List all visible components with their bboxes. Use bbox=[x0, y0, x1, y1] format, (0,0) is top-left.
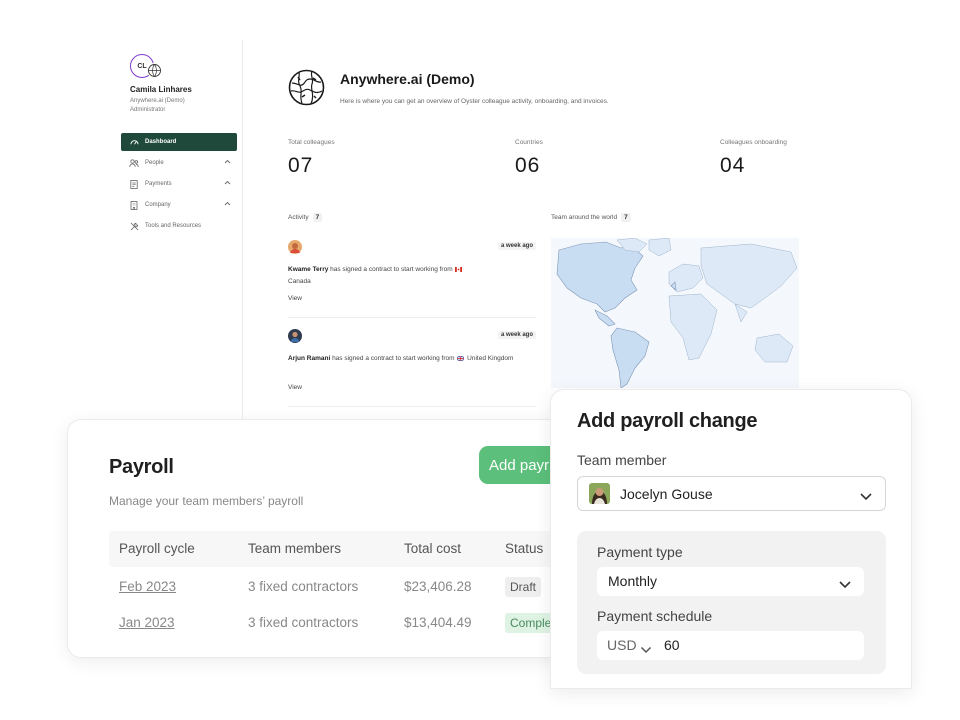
activity-heading: Activity 7 bbox=[288, 213, 323, 222]
stat-value: 07 bbox=[288, 154, 314, 177]
sidebar-item-payments[interactable]: Payments bbox=[121, 175, 237, 193]
sidebar-item-dashboard[interactable]: Dashboard bbox=[121, 133, 237, 151]
activity-country: United Kingdom bbox=[467, 355, 514, 362]
currency-select[interactable]: USD bbox=[607, 637, 637, 653]
payroll-title: Payroll bbox=[109, 456, 174, 478]
column-header: Status bbox=[505, 541, 544, 556]
activity-text: Arjun Ramani has signed a contract to st… bbox=[288, 353, 536, 365]
chevron-down-icon bbox=[859, 488, 873, 506]
uk-flag-icon bbox=[457, 355, 465, 361]
activity-view-link[interactable]: View bbox=[288, 295, 302, 302]
stat-colleagues-onboarding: Colleagues onboarding 04 bbox=[720, 139, 787, 178]
gauge-icon bbox=[129, 137, 139, 147]
activity-time: a week ago bbox=[497, 242, 536, 250]
team-map-heading: Team around the world 7 bbox=[551, 213, 631, 222]
stat-value: 06 bbox=[515, 154, 541, 177]
table-row[interactable]: Jan 2023 3 fixed contractors $13,404.49 … bbox=[109, 609, 586, 639]
globe-badge-icon bbox=[147, 63, 162, 78]
chevron-down-icon bbox=[838, 576, 852, 594]
sidebar: CL Camila Linhares Anywhere.ai (Demo) Ad… bbox=[120, 40, 243, 420]
chevron-up-icon[interactable] bbox=[224, 201, 231, 208]
total-cost-cell: $13,404.49 bbox=[404, 615, 472, 630]
sidebar-item-label: People bbox=[145, 160, 164, 166]
stat-countries: Countries 06 bbox=[515, 139, 543, 178]
column-header: Total cost bbox=[404, 541, 462, 556]
chevron-up-icon[interactable] bbox=[224, 159, 231, 166]
sidebar-item-label: Payments bbox=[145, 181, 172, 187]
sidebar-item-label: Tools and Resources bbox=[145, 223, 202, 229]
sidebar-item-company[interactable]: Company bbox=[121, 196, 237, 214]
status-badge: Comple bbox=[505, 613, 557, 633]
stat-label: Total colleagues bbox=[288, 139, 335, 146]
column-header: Payroll cycle bbox=[119, 541, 195, 556]
team-map-label: Team around the world bbox=[551, 214, 618, 221]
stat-label: Colleagues onboarding bbox=[720, 139, 787, 146]
people-icon bbox=[129, 158, 139, 168]
company-title: Anywhere.ai (Demo) bbox=[340, 71, 475, 87]
payroll-cycle-link[interactable]: Jan 2023 bbox=[119, 615, 175, 630]
payment-type-value: Monthly bbox=[608, 573, 658, 589]
user-org: Anywhere.ai (Demo) bbox=[130, 98, 185, 104]
company-globe-logo bbox=[288, 69, 325, 106]
member-avatar bbox=[589, 483, 610, 504]
user-role: Administrator bbox=[130, 107, 166, 113]
activity-count: 7 bbox=[312, 213, 323, 222]
document-icon bbox=[129, 179, 139, 189]
activity-divider bbox=[288, 406, 536, 407]
payroll-cycle-link[interactable]: Feb 2023 bbox=[119, 579, 176, 594]
activity-divider bbox=[288, 317, 536, 318]
amount-input[interactable]: 60 bbox=[664, 637, 680, 653]
column-header: Team members bbox=[248, 541, 342, 556]
world-map bbox=[551, 237, 799, 389]
table-row[interactable]: Feb 2023 3 fixed contractors $23,406.28 … bbox=[109, 573, 586, 603]
dashboard-screen: CL Camila Linhares Anywhere.ai (Demo) Ad… bbox=[120, 40, 810, 420]
activity-person: Kwame Terry bbox=[288, 266, 329, 273]
activity-time: a week ago bbox=[497, 331, 536, 339]
company-subtitle: Here is where you can get an overview of… bbox=[340, 98, 609, 105]
activity-text: Kwame Terry has signed a contract to sta… bbox=[288, 264, 536, 288]
payroll-subtitle: Manage your team members’ payroll bbox=[109, 494, 304, 508]
activity-person: Arjun Ramani bbox=[288, 355, 331, 362]
add-payroll-change-panel: Add payroll change Team member Jocelyn G… bbox=[550, 389, 912, 689]
user-org-role: Anywhere.ai (Demo) Administrator bbox=[130, 97, 210, 115]
activity-country: Canada bbox=[288, 278, 311, 285]
user-name: Camila Linhares bbox=[130, 85, 192, 94]
tools-icon bbox=[129, 221, 139, 231]
payment-schedule-field: USD 60 bbox=[597, 631, 864, 660]
total-cost-cell: $23,406.28 bbox=[404, 579, 472, 594]
team-members-cell: 3 fixed contractors bbox=[248, 579, 359, 594]
avatar bbox=[288, 240, 302, 254]
activity-view-link[interactable]: View bbox=[288, 384, 302, 391]
team-member-value: Jocelyn Gouse bbox=[620, 486, 713, 502]
team-member-label: Team member bbox=[577, 452, 667, 468]
canada-flag-icon bbox=[455, 266, 463, 272]
payroll-table-header: Payroll cycle Team members Total cost St… bbox=[109, 531, 586, 567]
sidebar-item-tools[interactable]: Tools and Resources bbox=[121, 217, 237, 235]
sidebar-item-label: Dashboard bbox=[145, 139, 177, 145]
dashboard-main: Anywhere.ai (Demo) Here is where you can… bbox=[288, 40, 808, 420]
sidebar-nav: Dashboard People Payments Company Tools … bbox=[121, 133, 237, 238]
sidebar-item-people[interactable]: People bbox=[121, 154, 237, 172]
chevron-down-icon[interactable] bbox=[640, 641, 652, 659]
team-member-select[interactable]: Jocelyn Gouse bbox=[577, 476, 886, 511]
payment-details-box: Payment type Monthly Payment schedule US… bbox=[577, 531, 886, 674]
stat-total-colleagues: Total colleagues 07 bbox=[288, 139, 335, 178]
activity-message: has signed a contract to start working f… bbox=[330, 355, 457, 362]
status-badge: Draft bbox=[505, 577, 542, 597]
stat-value: 04 bbox=[720, 154, 746, 177]
payment-type-label: Payment type bbox=[597, 544, 683, 560]
payment-type-select[interactable]: Monthly bbox=[597, 567, 864, 596]
activity-label: Activity bbox=[288, 214, 309, 221]
payroll-card: Payroll Manage your team members’ payrol… bbox=[67, 419, 587, 658]
team-map-count: 7 bbox=[621, 213, 631, 222]
panel-title: Add payroll change bbox=[577, 410, 758, 432]
team-members-cell: 3 fixed contractors bbox=[248, 615, 359, 630]
chevron-up-icon[interactable] bbox=[224, 180, 231, 187]
avatar bbox=[288, 329, 302, 343]
building-icon bbox=[129, 200, 139, 210]
payment-schedule-label: Payment schedule bbox=[597, 608, 713, 624]
activity-message: has signed a contract to start working f… bbox=[328, 266, 455, 273]
sidebar-item-label: Company bbox=[145, 202, 171, 208]
stat-label: Countries bbox=[515, 139, 543, 146]
